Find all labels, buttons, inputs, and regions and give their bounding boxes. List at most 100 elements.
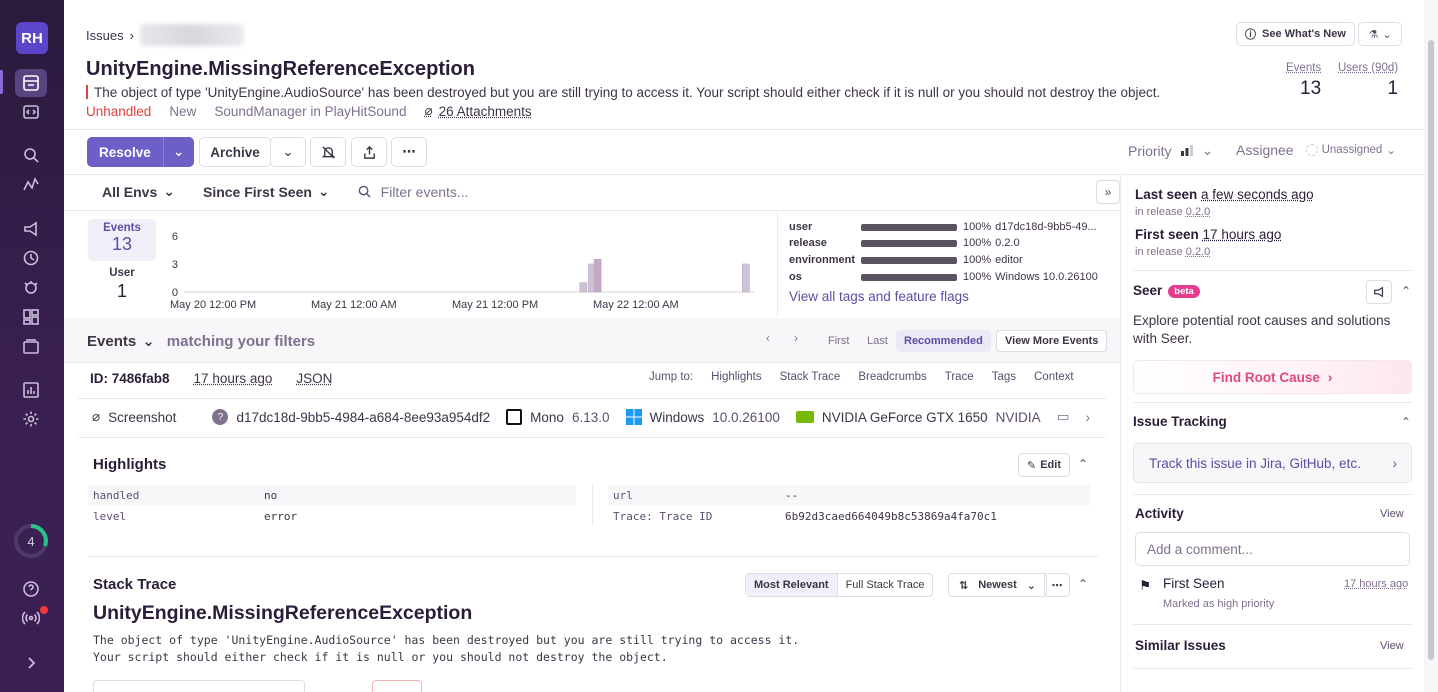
activity-view-link[interactable]: View: [1380, 508, 1404, 520]
stack-view-toggle: Most Relevant Full Stack Trace: [745, 573, 934, 597]
events-count-tab[interactable]: Events 13: [88, 219, 156, 261]
edit-highlights-button[interactable]: ✎ Edit: [1018, 453, 1070, 477]
comment-input[interactable]: Add a comment...: [1135, 532, 1410, 566]
share-icon[interactable]: [351, 137, 387, 167]
first-seen: First seen 17 hours ago: [1135, 227, 1281, 242]
issues-icon[interactable]: [15, 69, 47, 97]
collapse-seer-icon[interactable]: ⌃: [1401, 284, 1411, 298]
stats-icon[interactable]: [18, 377, 44, 403]
events-stat-label[interactable]: Events: [1286, 62, 1321, 74]
events-title[interactable]: Events ⌄ matching your filters: [87, 332, 315, 351]
recommended-event-button[interactable]: Recommended: [896, 330, 991, 352]
jump-context[interactable]: Context: [1034, 371, 1074, 383]
track-issue-link[interactable]: Track this issue in Jira, GitHub, etc. ›: [1133, 443, 1412, 483]
assignee-dropdown[interactable]: Unassigned ⌄: [1305, 143, 1396, 157]
last-release-link[interactable]: 0.2.0: [1186, 206, 1210, 218]
next-event-icon[interactable]: ›: [794, 333, 798, 345]
dashboards-icon[interactable]: [18, 304, 44, 330]
last-event-button[interactable]: Last: [859, 330, 896, 352]
first-release-link[interactable]: 0.2.0: [1186, 246, 1210, 258]
archive-button[interactable]: Archive: [199, 137, 271, 167]
highlights-title: Highlights: [93, 456, 167, 473]
feedback-button[interactable]: ⚗ ⌄: [1358, 22, 1402, 46]
env-filter[interactable]: All Envs ⌄: [102, 183, 175, 200]
first-event-button[interactable]: First: [820, 330, 857, 352]
page-scrollbar-thumb[interactable]: [1428, 40, 1434, 660]
org-avatar[interactable]: RH: [16, 22, 48, 54]
jump-highlights[interactable]: Highlights: [711, 371, 762, 383]
attachments-link[interactable]: ⌀ 26 Attachments: [424, 103, 531, 119]
highlight-value[interactable]: no: [264, 489, 277, 502]
explore-icon[interactable]: [18, 99, 44, 125]
assignee-control[interactable]: Assignee Unassigned ⌄: [1236, 142, 1396, 158]
runtime-context[interactable]: Mono 6.13.0: [506, 409, 610, 425]
screenshot-item[interactable]: ⌀ Screenshot: [92, 409, 176, 425]
view-more-events-button[interactable]: View More Events: [996, 330, 1108, 352]
full-stack-toggle[interactable]: Full Stack Trace: [838, 574, 933, 596]
collapse-highlights-icon[interactable]: ⌃: [1078, 457, 1088, 471]
stack-more-icon[interactable]: ⋯: [1044, 573, 1070, 597]
similar-view-link[interactable]: View: [1380, 640, 1404, 652]
event-search[interactable]: Filter events...: [358, 184, 469, 200]
sidebar-divider: [1133, 270, 1412, 271]
priority-control[interactable]: Priority ⌄: [1128, 142, 1213, 159]
os-context[interactable]: Windows 10.0.26100: [625, 409, 780, 425]
event-id[interactable]: ID: 7486fab8: [90, 371, 170, 386]
jump-stack-trace[interactable]: Stack Trace: [780, 371, 841, 383]
collapse-tracking-icon[interactable]: ⌃: [1401, 415, 1411, 429]
users-stat-label[interactable]: Users (90d): [1338, 62, 1398, 74]
resolve-button[interactable]: Resolve ⌄: [87, 137, 194, 167]
last-seen-time: a few seconds ago: [1201, 187, 1314, 202]
breadcrumb-redacted[interactable]: [139, 24, 244, 46]
crons-icon[interactable]: [18, 274, 44, 300]
mute-icon[interactable]: [310, 137, 346, 167]
user-context[interactable]: ? d17dc18d-9bb5-4984-a684-8ee93a954df2: [212, 409, 490, 425]
sidebar-divider: [1133, 624, 1412, 625]
jump-trace[interactable]: Trace: [945, 371, 974, 383]
prev-event-icon[interactable]: ‹: [766, 333, 770, 345]
unhandled-label: Unhandled: [86, 103, 152, 119]
trace-id-link[interactable]: 6b92d3caed664049b8c53869a4fa70c1: [785, 510, 997, 523]
chart-bar: [741, 263, 750, 293]
device-icon[interactable]: ▭: [1057, 409, 1070, 425]
tag-value: d17dc18d-9bb5-49...: [995, 221, 1097, 233]
os-name: Windows: [649, 409, 705, 425]
quota-ring[interactable]: 4: [12, 522, 50, 560]
date-filter[interactable]: Since First Seen ⌄: [203, 183, 330, 200]
jump-tags[interactable]: Tags: [992, 371, 1016, 383]
context-scroll-right-icon[interactable]: ›: [1085, 410, 1090, 425]
resolve-dropdown-icon[interactable]: ⌄: [163, 137, 193, 167]
expand-nav-icon[interactable]: [18, 650, 44, 676]
tag-key: user: [789, 221, 813, 233]
gpu-context[interactable]: NVIDIA GeForce GTX 1650 NVIDIA: [795, 410, 1041, 425]
collapse-sidebar-icon[interactable]: »: [1096, 180, 1120, 204]
breadcrumb-issues[interactable]: Issues: [86, 28, 124, 43]
jump-breadcrumbs[interactable]: Breadcrumbs: [858, 371, 926, 383]
find-root-cause-button[interactable]: Find Root Cause ›: [1133, 360, 1412, 394]
highlight-value[interactable]: error: [264, 510, 297, 523]
json-link[interactable]: JSON: [296, 371, 332, 386]
more-actions-icon[interactable]: ⋯: [391, 137, 427, 167]
tag-row-user[interactable]: user 100% d17dc18d-9bb5-49...: [789, 221, 1105, 233]
seer-feedback-icon[interactable]: [1366, 280, 1392, 304]
most-relevant-toggle[interactable]: Most Relevant: [746, 574, 838, 596]
releases-icon[interactable]: [18, 216, 44, 242]
whats-new-button[interactable]: ⓘ See What's New: [1236, 22, 1355, 46]
sort-dropdown[interactable]: ⇅ Newest ⌄: [948, 573, 1047, 597]
collapse-stack-icon[interactable]: ⌃: [1078, 577, 1088, 591]
archive-dropdown-icon[interactable]: ⌄: [270, 137, 306, 167]
tag-row-release[interactable]: release 100% 0.2.0: [789, 237, 1105, 249]
help-icon[interactable]: [18, 576, 44, 602]
history-icon[interactable]: [18, 245, 44, 271]
tag-row-os[interactable]: os 100% Windows 10.0.26100: [789, 271, 1105, 283]
activity-title: Activity: [1135, 506, 1184, 521]
users-count-tab[interactable]: User 1: [88, 267, 156, 302]
search-icon[interactable]: [18, 142, 44, 168]
os-version: 10.0.26100: [712, 409, 780, 425]
projects-icon[interactable]: [18, 333, 44, 359]
tag-row-environment[interactable]: environment 100% editor: [789, 254, 1105, 266]
resolve-label: Resolve: [99, 144, 151, 160]
performance-icon[interactable]: [18, 172, 44, 198]
settings-icon[interactable]: [18, 406, 44, 432]
view-all-tags-link[interactable]: View all tags and feature flags: [789, 289, 969, 304]
